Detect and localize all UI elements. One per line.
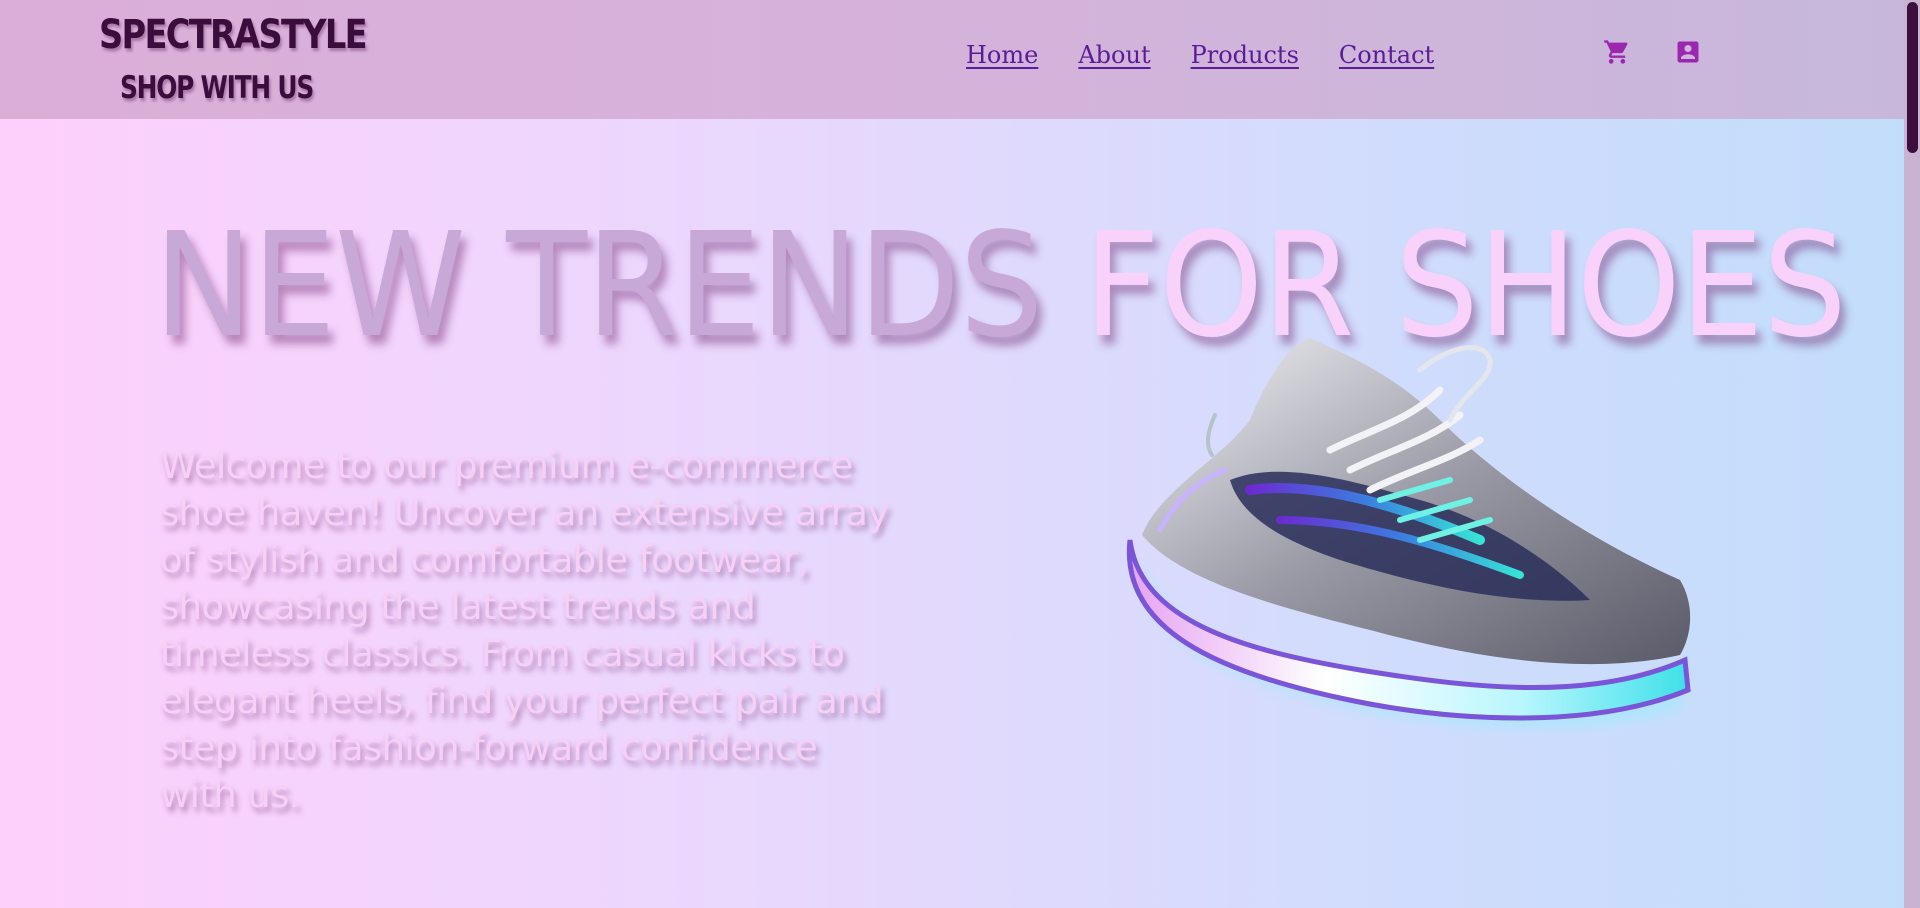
sneaker-illustration xyxy=(1126,338,1691,729)
account-box-icon[interactable] xyxy=(1674,38,1702,66)
nav-link-products[interactable]: Products xyxy=(1191,41,1299,69)
main-nav: Home About Products Contact xyxy=(966,41,1434,69)
brand-tagline: SHOP WITH US xyxy=(120,70,314,106)
site-header: SPECTRASTYLE SHOP WITH US Home About Pro… xyxy=(0,0,1904,119)
brand-logo-title[interactable]: SPECTRASTYLE xyxy=(99,12,368,58)
hero-title-part1: NEW TRENDS xyxy=(154,201,1044,369)
nav-link-about[interactable]: About xyxy=(1078,41,1150,69)
shopping-cart-glyph xyxy=(1604,40,1628,64)
account-box-glyph xyxy=(1677,41,1699,63)
scrollbar-thumb[interactable] xyxy=(1907,2,1918,153)
shopping-cart-icon[interactable] xyxy=(1603,38,1631,66)
nav-link-contact[interactable]: Contact xyxy=(1339,41,1434,69)
sneaker-image xyxy=(1120,330,1700,750)
hero-description: Welcome to our premium e-commerce shoe h… xyxy=(160,444,889,816)
page-scrollbar[interactable] xyxy=(1904,0,1920,908)
nav-link-home[interactable]: Home xyxy=(966,41,1038,69)
